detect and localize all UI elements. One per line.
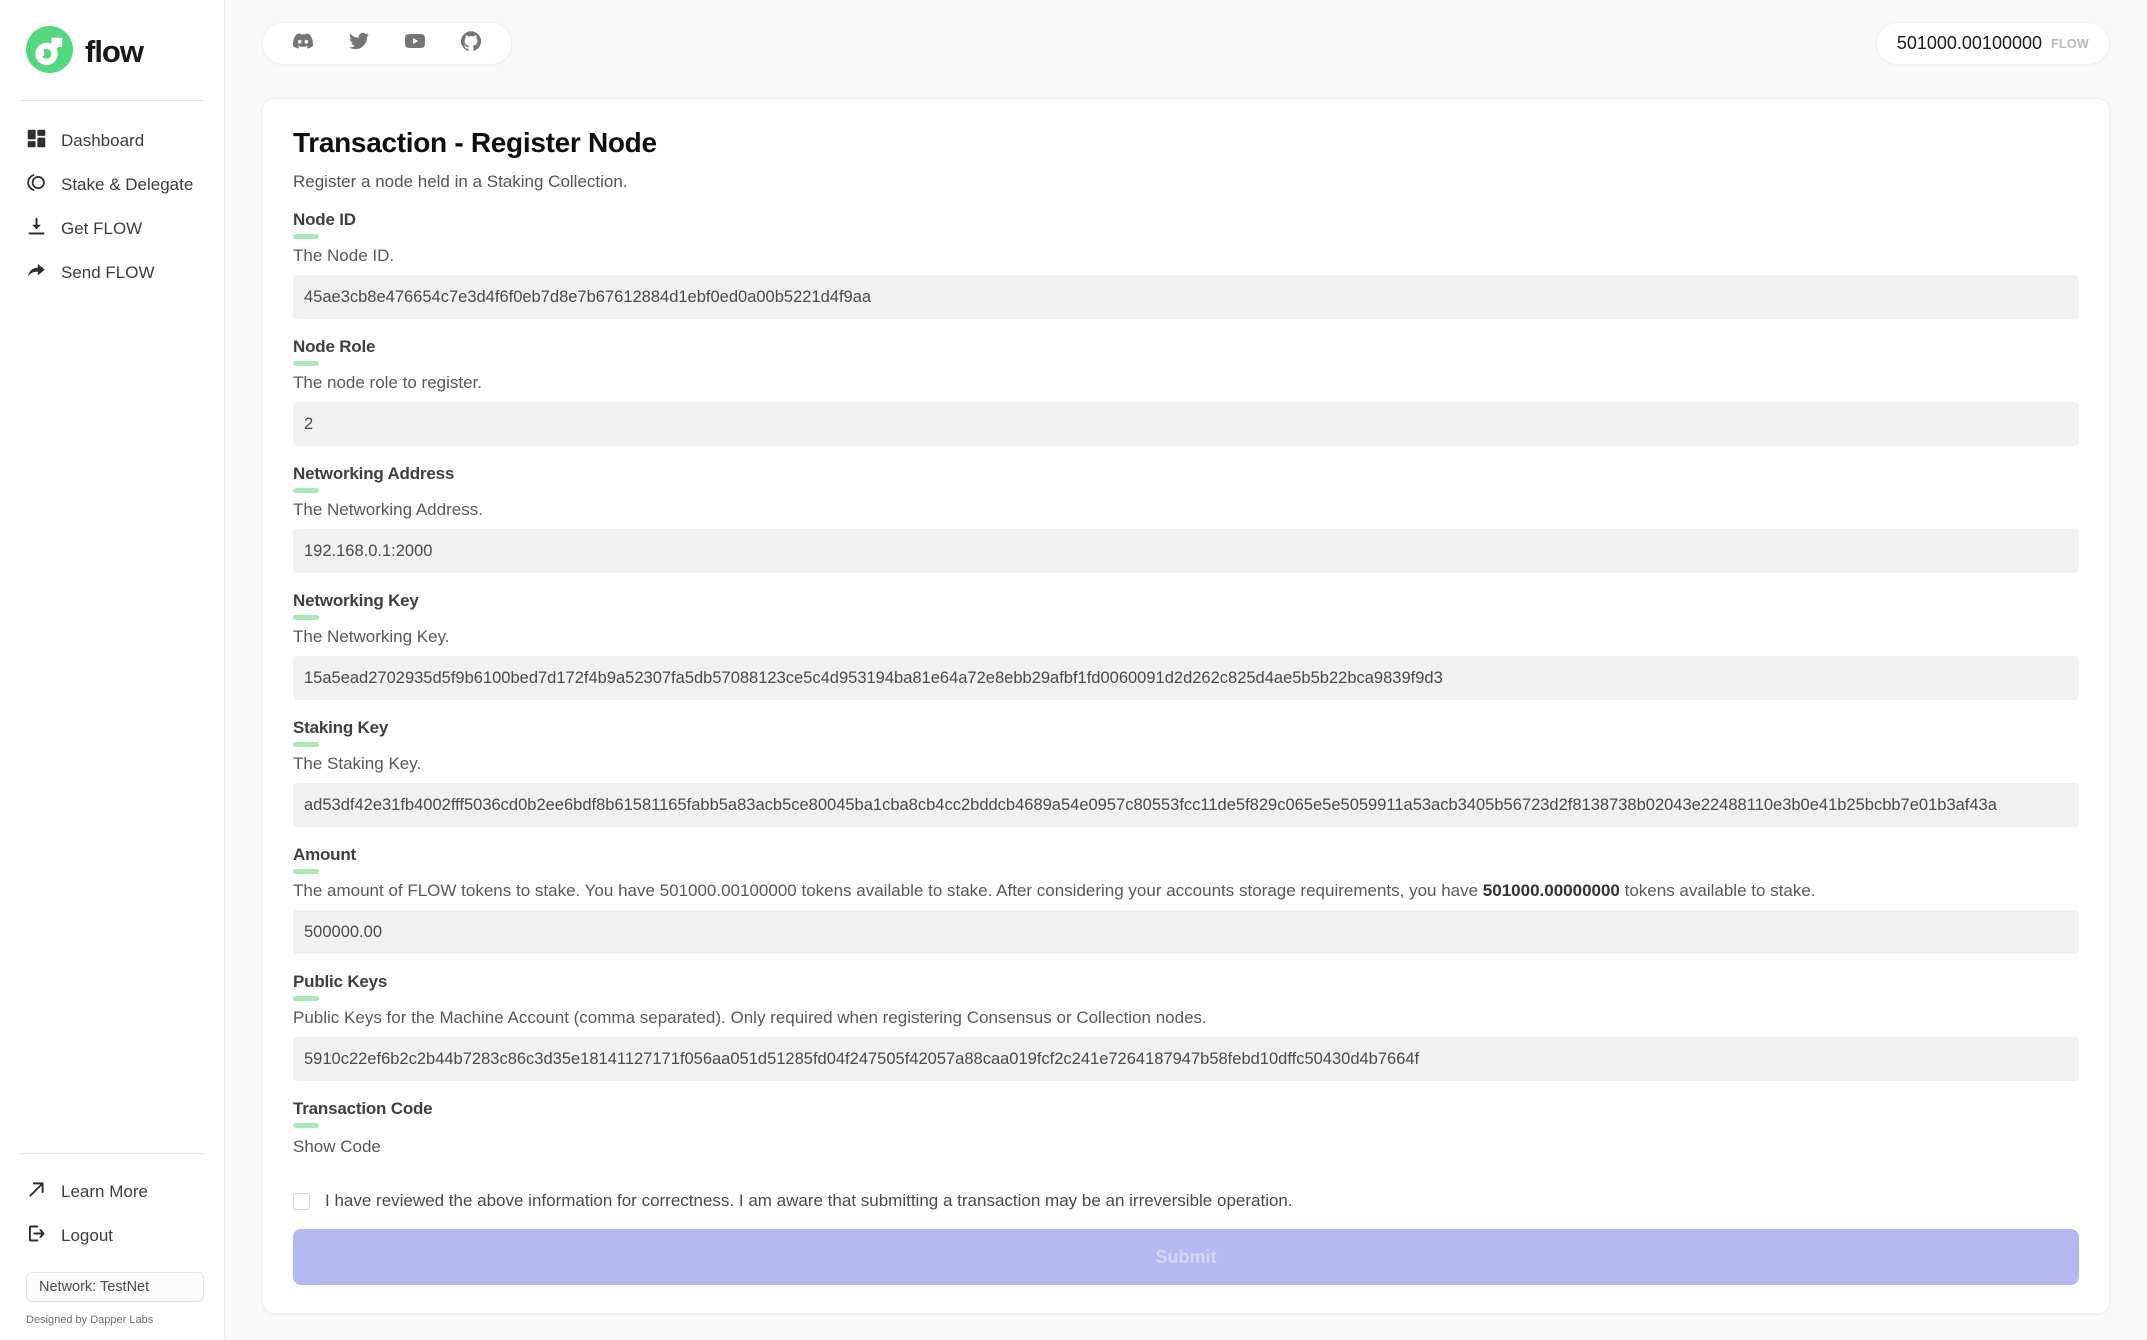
- flow-logo-icon: [26, 26, 73, 78]
- topbar: 501000.00100000 FLOW: [262, 22, 2110, 65]
- sidebar-item-label: Send FLOW: [61, 263, 155, 283]
- public-keys-input[interactable]: [293, 1037, 2079, 1081]
- field-description: Public Keys for the Machine Account (com…: [293, 1008, 2079, 1028]
- field-node-role: Node Role The node role to register.: [293, 337, 2079, 446]
- field-label: Transaction Code: [293, 1099, 2079, 1119]
- staking-key-input[interactable]: [293, 783, 2079, 827]
- balance-amount: 501000.00100000: [1897, 33, 2042, 54]
- label-underline: [293, 1123, 319, 1128]
- field-description: The amount of FLOW tokens to stake. You …: [293, 881, 2079, 901]
- sidebar-item-dashboard[interactable]: Dashboard: [0, 119, 224, 163]
- send-icon: [26, 260, 47, 286]
- field-networking-key: Networking Key The Networking Key.: [293, 591, 2079, 700]
- stake-delegate-icon: [26, 172, 47, 198]
- main-area: 501000.00100000 FLOW Transaction - Regis…: [225, 0, 2147, 1340]
- external-link-icon: [26, 1179, 47, 1205]
- confirmation-checkbox[interactable]: [293, 1193, 310, 1210]
- amount-input[interactable]: [293, 910, 2079, 954]
- flow-brand[interactable]: flow: [0, 20, 224, 100]
- download-icon: [26, 216, 47, 242]
- transaction-form-card: Transaction - Register Node Register a n…: [262, 98, 2110, 1314]
- show-code-toggle[interactable]: Show Code: [293, 1137, 2079, 1157]
- confirmation-row: I have reviewed the above information fo…: [293, 1191, 2079, 1211]
- youtube-icon[interactable]: [405, 31, 425, 56]
- sidebar-item-label: Logout: [61, 1226, 113, 1246]
- sidebar-item-learn-more[interactable]: Learn More: [0, 1170, 224, 1214]
- amount-desc-post: tokens available to stake.: [1620, 881, 1816, 900]
- field-description: The node role to register.: [293, 373, 2079, 393]
- networking-key-input[interactable]: [293, 656, 2079, 700]
- sidebar-spacer: [0, 295, 224, 1153]
- confirmation-label: I have reviewed the above information fo…: [325, 1191, 1293, 1211]
- sidebar-footer: Learn More Logout Network: TestNet Desig…: [0, 1154, 224, 1326]
- field-public-keys: Public Keys Public Keys for the Machine …: [293, 972, 2079, 1081]
- field-description: The Networking Key.: [293, 627, 2079, 647]
- field-description: The Node ID.: [293, 246, 2079, 266]
- sidebar-item-get-flow[interactable]: Get FLOW: [0, 207, 224, 251]
- field-networking-address: Networking Address The Networking Addres…: [293, 464, 2079, 573]
- field-label: Networking Key: [293, 591, 2079, 611]
- field-label: Public Keys: [293, 972, 2079, 992]
- form-subtitle: Register a node held in a Staking Collec…: [293, 172, 2079, 192]
- network-badge: Network: TestNet: [26, 1272, 204, 1302]
- label-underline: [293, 488, 319, 493]
- label-underline: [293, 996, 319, 1001]
- node-role-input[interactable]: [293, 402, 2079, 446]
- amount-desc-pre: The amount of FLOW tokens to stake. You …: [293, 881, 1483, 900]
- sidebar-item-label: Learn More: [61, 1182, 148, 1202]
- label-underline: [293, 742, 319, 747]
- sidebar-nav: Dashboard Stake & Delegate: [0, 101, 224, 295]
- balance-currency-label: FLOW: [2051, 37, 2089, 51]
- field-label: Networking Address: [293, 464, 2079, 484]
- label-underline: [293, 615, 319, 620]
- field-description: The Networking Address.: [293, 500, 2079, 520]
- page-title: Transaction - Register Node: [293, 127, 2079, 159]
- sidebar-item-label: Get FLOW: [61, 219, 142, 239]
- field-transaction-code: Transaction Code Show Code: [293, 1099, 2079, 1157]
- amount-available-bold: 501000.00000000: [1483, 881, 1620, 900]
- sidebar-item-label: Stake & Delegate: [61, 175, 193, 195]
- field-label: Staking Key: [293, 718, 2079, 738]
- brand-wordmark: flow: [85, 34, 143, 70]
- sidebar-item-logout[interactable]: Logout: [0, 1214, 224, 1258]
- submit-button[interactable]: Submit: [293, 1229, 2079, 1285]
- node-id-input[interactable]: [293, 275, 2079, 319]
- field-description: The Staking Key.: [293, 754, 2079, 774]
- dashboard-icon: [26, 128, 47, 154]
- label-underline: [293, 869, 319, 874]
- label-underline: [293, 361, 319, 366]
- discord-icon[interactable]: [293, 31, 313, 56]
- account-balance-pill: 501000.00100000 FLOW: [1876, 22, 2110, 65]
- sidebar-item-stake-delegate[interactable]: Stake & Delegate: [0, 163, 224, 207]
- field-label: Amount: [293, 845, 2079, 865]
- credit-text: Designed by Dapper Labs: [0, 1302, 224, 1326]
- app-root: flow Dashboard: [0, 0, 2147, 1340]
- twitter-icon[interactable]: [349, 31, 369, 56]
- field-amount: Amount The amount of FLOW tokens to stak…: [293, 845, 2079, 954]
- sidebar: flow Dashboard: [0, 0, 225, 1340]
- networking-address-input[interactable]: [293, 529, 2079, 573]
- field-staking-key: Staking Key The Staking Key.: [293, 718, 2079, 827]
- social-links-pill: [262, 22, 512, 65]
- label-underline: [293, 234, 319, 239]
- field-label: Node Role: [293, 337, 2079, 357]
- field-node-id: Node ID The Node ID.: [293, 210, 2079, 319]
- sidebar-item-label: Dashboard: [61, 131, 144, 151]
- github-icon[interactable]: [461, 31, 481, 56]
- field-label: Node ID: [293, 210, 2079, 230]
- sidebar-item-send-flow[interactable]: Send FLOW: [0, 251, 224, 295]
